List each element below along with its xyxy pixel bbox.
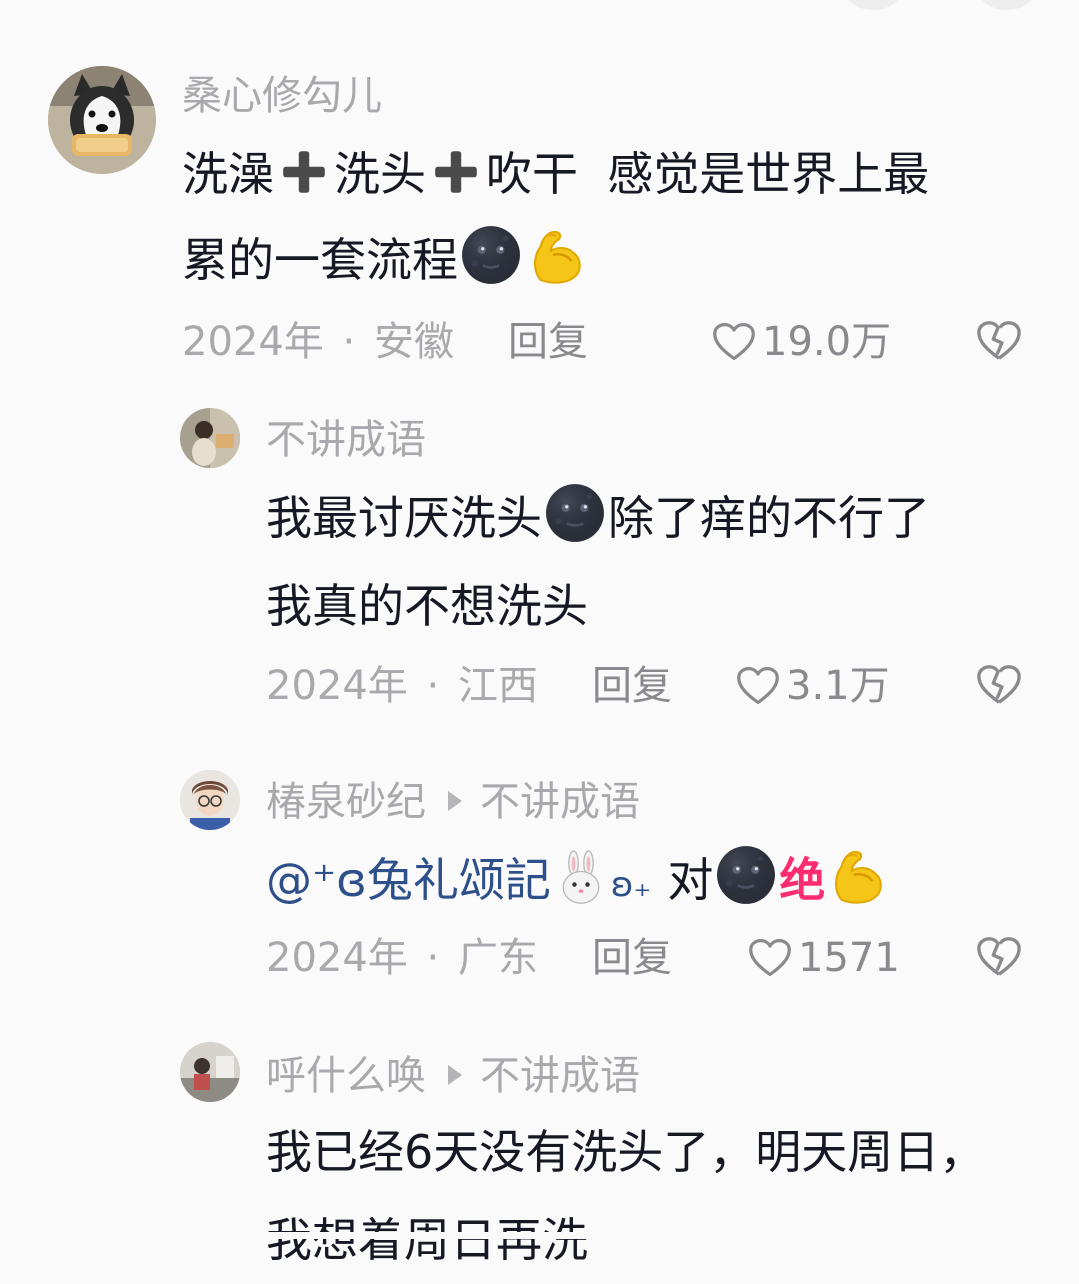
- reply-avatar-image: [180, 770, 240, 830]
- reply-to-arrow-icon: [448, 791, 462, 811]
- moon-emoji-icon: [715, 844, 777, 906]
- reply-button[interactable]: 回复: [508, 318, 588, 366]
- comment-text-segment: 洗头: [334, 147, 426, 201]
- heart-icon: [712, 321, 756, 363]
- rabbit-emoji-icon: [553, 850, 609, 906]
- husky-avatar-image: [48, 66, 156, 174]
- like-button[interactable]: 19.0万: [712, 318, 891, 366]
- comment-year: 2024年: [182, 319, 324, 365]
- dislike-heart-icon[interactable]: [976, 318, 1022, 364]
- comment-body: 洗澡 洗头 吹干 感觉是世界上最: [182, 130, 929, 218]
- comment-year: 2024年: [266, 935, 408, 981]
- like-button[interactable]: 1571: [748, 934, 900, 982]
- meta-separator: ·: [342, 319, 356, 365]
- dislike-heart-icon[interactable]: [976, 662, 1022, 708]
- plus-emoji-icon: [278, 146, 330, 198]
- reply-to-author[interactable]: 不讲成语: [480, 779, 640, 825]
- heart-icon: [748, 937, 792, 979]
- comment-item: 桑心修勾儿 洗澡 洗头 吹干 感觉是世界上最 累的一套流程 2024年 · 安徽 回…: [0, 0, 1079, 380]
- avatar[interactable]: [48, 66, 156, 174]
- comment-meta: 2024年 · 广东: [266, 934, 538, 982]
- meta-separator: ·: [426, 663, 440, 709]
- like-count: 3.1万: [786, 663, 890, 709]
- comment-text-segment: 吹干 感觉是世界上最: [486, 147, 930, 201]
- avatar[interactable]: [180, 1042, 240, 1102]
- plus-emoji-icon: [430, 146, 482, 198]
- avatar[interactable]: [180, 770, 240, 830]
- reply-to-author[interactable]: 不讲成语: [480, 1053, 640, 1099]
- comment-text-segment: 除了痒的不行了: [608, 491, 930, 545]
- reply-body: 我最讨厌洗头 除了痒的不行了: [266, 474, 930, 562]
- comment-location: 广东: [457, 935, 538, 981]
- reply-author-line: 呼什么唤 不讲成语: [266, 1052, 640, 1100]
- reply-button[interactable]: 回复: [592, 662, 672, 710]
- comment-text-segment: 洗澡: [182, 147, 274, 201]
- avatar[interactable]: [180, 408, 240, 468]
- heart-icon: [736, 665, 780, 707]
- reply-body-line2: 我想着周日再洗: [266, 1213, 588, 1267]
- comment-text-segment: 累的一套流程: [182, 233, 458, 287]
- muscle-emoji-icon: [827, 844, 889, 906]
- muscle-emoji-icon: [526, 224, 588, 286]
- comment-author[interactable]: 桑心修勾儿: [182, 72, 382, 120]
- reply-body-line2: 我真的不想洗头: [266, 579, 588, 633]
- reply-to-arrow-icon: [448, 1065, 462, 1085]
- comment-body-line2: 累的一套流程: [182, 216, 590, 304]
- reply-avatar-image: [180, 408, 240, 468]
- comment-text-segment: 我最讨厌洗头: [266, 491, 542, 545]
- bottom-fade: [0, 1232, 1079, 1239]
- reply-item: 呼什么唤 不讲成语 我已经6天没有洗头了，明天周日， 我想着周日再洗: [0, 0, 1079, 1267]
- reply-author[interactable]: 椿泉砂纪: [266, 779, 426, 825]
- like-count: 1571: [798, 935, 900, 981]
- mention-link[interactable]: @⁺ɞ兔礼颂記: [266, 853, 551, 907]
- highlight-text: 绝: [779, 853, 826, 907]
- comment-text-segment: 对: [667, 853, 714, 907]
- like-count: 19.0万: [762, 319, 892, 365]
- moon-emoji-icon: [544, 482, 606, 544]
- dislike-heart-icon[interactable]: [976, 934, 1022, 980]
- meta-separator: ·: [426, 935, 440, 981]
- mention-suffix: ʚ₊: [610, 865, 652, 905]
- comment-year: 2024年: [266, 663, 408, 709]
- reply-body: 我已经6天没有洗头了，明天周日，: [266, 1125, 986, 1179]
- reply-author[interactable]: 呼什么唤: [266, 1053, 426, 1099]
- reply-body: @⁺ɞ兔礼颂記 ʚ₊ 对 绝: [266, 836, 891, 929]
- comment-meta: 2024年 · 安徽: [182, 318, 454, 366]
- reply-author[interactable]: 不讲成语: [266, 416, 426, 464]
- reply-avatar-image: [180, 1042, 240, 1102]
- like-button[interactable]: 3.1万: [736, 662, 890, 710]
- reply-author-line: 椿泉砂纪 不讲成语: [266, 778, 640, 826]
- comment-location: 江西: [457, 663, 538, 709]
- reply-button[interactable]: 回复: [592, 934, 672, 982]
- comment-meta: 2024年 · 江西: [266, 662, 538, 710]
- moon-emoji-icon: [460, 224, 522, 286]
- comment-location: 安徽: [373, 319, 454, 365]
